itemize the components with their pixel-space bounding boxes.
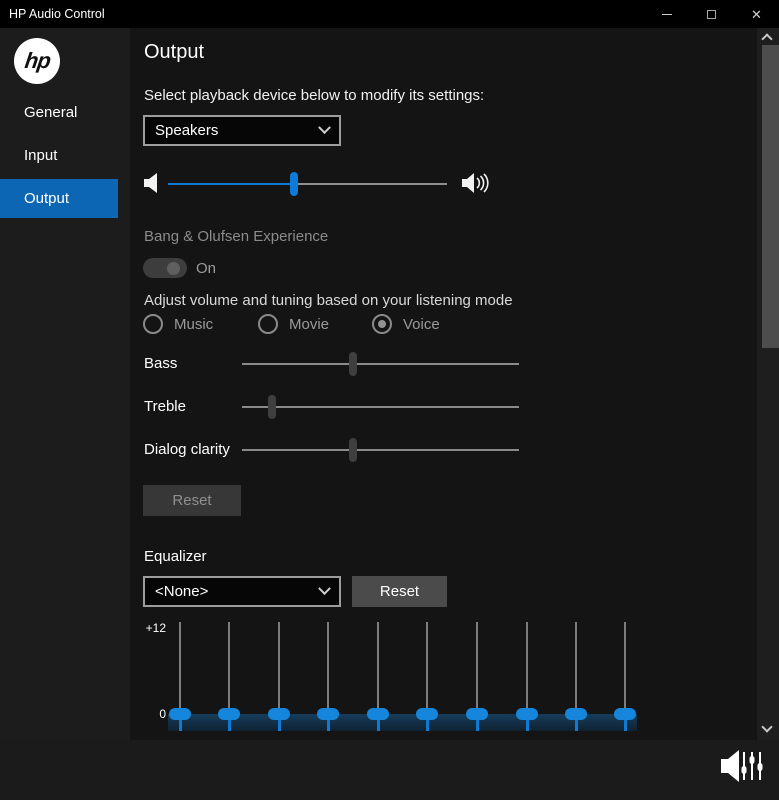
tuning-reset-button[interactable]: Reset bbox=[143, 485, 241, 516]
minimize-button[interactable] bbox=[644, 0, 689, 28]
radio-label: Music bbox=[174, 315, 214, 333]
eq-thumb[interactable] bbox=[466, 708, 488, 720]
sidebar-item-label: General bbox=[24, 104, 78, 121]
radio-music[interactable]: Music bbox=[143, 314, 213, 334]
scrollbar-thumb[interactable] bbox=[762, 45, 779, 348]
eq-track bbox=[426, 622, 428, 714]
eq-track bbox=[327, 622, 329, 714]
eq-thumb[interactable] bbox=[416, 708, 438, 720]
eq-track bbox=[179, 622, 181, 714]
speaker-equalizer-icon[interactable] bbox=[719, 746, 765, 786]
radio-voice[interactable]: Voice bbox=[372, 314, 440, 334]
eq-track bbox=[377, 622, 379, 714]
playback-device-dropdown[interactable]: Speakers bbox=[143, 115, 341, 146]
speaker-loud-icon[interactable] bbox=[462, 172, 492, 194]
window-title: HP Audio Control bbox=[9, 7, 105, 21]
maximize-icon bbox=[707, 9, 716, 19]
playback-device-value: Speakers bbox=[155, 122, 219, 139]
titlebar[interactable]: HP Audio Control ✕ bbox=[0, 0, 779, 28]
bang-olufsen-label: Bang & Olufsen Experience bbox=[144, 228, 329, 245]
hp-logo-icon: hp bbox=[14, 38, 60, 84]
equalizer-label: Equalizer bbox=[144, 548, 207, 565]
equalizer-preset-dropdown[interactable]: <None> bbox=[143, 576, 341, 607]
sidebar-item-label: Output bbox=[24, 190, 70, 207]
vertical-scrollbar[interactable] bbox=[757, 28, 779, 740]
dialog-clarity-slider-thumb[interactable] bbox=[348, 438, 357, 462]
bottom-bar bbox=[0, 740, 779, 800]
sidebar-item-output[interactable]: Output bbox=[0, 179, 118, 218]
eq-track bbox=[476, 622, 478, 714]
chevron-down-icon bbox=[318, 582, 331, 596]
eq-track bbox=[575, 622, 577, 714]
radio-label: Movie bbox=[289, 315, 330, 333]
bass-label: Bass bbox=[144, 355, 178, 372]
scroll-down-icon[interactable] bbox=[761, 721, 773, 733]
eq-thumb[interactable] bbox=[516, 708, 538, 720]
eq-thumb[interactable] bbox=[614, 708, 636, 720]
dialog-clarity-label: Dialog clarity bbox=[144, 441, 230, 458]
toggle-knob bbox=[167, 261, 180, 275]
treble-slider-thumb[interactable] bbox=[268, 395, 277, 419]
close-button[interactable]: ✕ bbox=[734, 0, 779, 28]
eq-track bbox=[624, 622, 626, 714]
hp-logo-text: hp bbox=[22, 48, 52, 73]
device-select-label: Select playback device below to modify i… bbox=[144, 87, 485, 104]
app-window: HP Audio Control ✕ hp General Input Outp… bbox=[0, 0, 779, 800]
bass-slider-thumb[interactable] bbox=[348, 352, 357, 376]
equalizer-preset-value: <None> bbox=[155, 583, 209, 600]
equalizer-reset-button[interactable]: Reset bbox=[352, 576, 447, 607]
treble-label: Treble bbox=[144, 398, 186, 415]
sidebar-item-input[interactable]: Input bbox=[0, 136, 118, 175]
sidebar: hp General Input Output bbox=[0, 28, 130, 740]
chevron-down-icon bbox=[318, 121, 331, 135]
bang-olufsen-toggle[interactable] bbox=[143, 258, 187, 278]
radio-circle-icon bbox=[372, 314, 392, 334]
volume-slider[interactable] bbox=[168, 172, 447, 196]
eq-thumb[interactable] bbox=[317, 708, 339, 720]
eq-thumb[interactable] bbox=[169, 708, 191, 720]
eq-track bbox=[228, 622, 230, 714]
eq-scale-max-label: +12 bbox=[145, 621, 166, 635]
radio-circle-icon bbox=[258, 314, 278, 334]
minimize-icon bbox=[661, 13, 672, 15]
volume-slider-thumb[interactable] bbox=[289, 172, 298, 196]
sidebar-item-general[interactable]: General bbox=[0, 93, 118, 132]
scroll-up-icon[interactable] bbox=[761, 33, 773, 45]
eq-track bbox=[526, 622, 528, 714]
treble-slider[interactable] bbox=[242, 395, 519, 419]
volume-slider-fill bbox=[168, 183, 294, 185]
radio-label: Voice bbox=[403, 315, 440, 333]
maximize-button[interactable] bbox=[689, 0, 734, 28]
radio-movie[interactable]: Movie bbox=[258, 314, 329, 334]
bass-slider[interactable] bbox=[242, 352, 519, 376]
listening-mode-label: Adjust volume and tuning based on your l… bbox=[144, 292, 513, 309]
sidebar-item-label: Input bbox=[24, 147, 58, 164]
page-title: Output bbox=[144, 41, 205, 63]
eq-scale-zero-label: 0 bbox=[159, 707, 166, 721]
close-icon: ✕ bbox=[751, 6, 762, 22]
eq-thumb[interactable] bbox=[367, 708, 389, 720]
speaker-mute-icon[interactable] bbox=[144, 172, 162, 194]
toggle-state-label: On bbox=[196, 260, 217, 277]
radio-circle-icon bbox=[143, 314, 163, 334]
eq-track bbox=[278, 622, 280, 714]
dialog-clarity-slider[interactable] bbox=[242, 438, 519, 462]
eq-thumb[interactable] bbox=[268, 708, 290, 720]
eq-thumb[interactable] bbox=[218, 708, 240, 720]
eq-thumb[interactable] bbox=[565, 708, 587, 720]
